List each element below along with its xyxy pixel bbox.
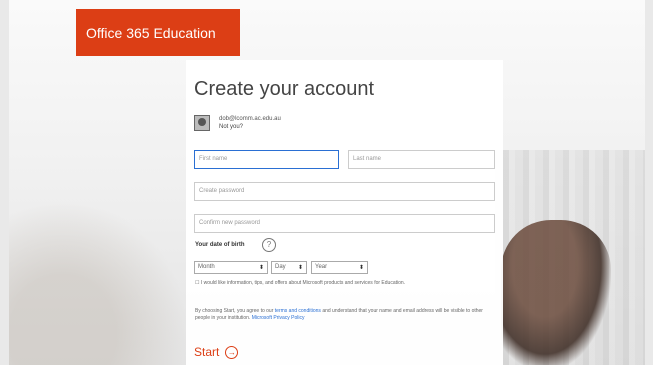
help-icon[interactable]: ? [262, 238, 276, 252]
privacy-link[interactable]: Microsoft Privacy Policy [252, 315, 305, 321]
signup-card: Create your account dob@lcomm.ac.edu.au … [186, 60, 503, 365]
year-select[interactable]: Year ⬍ [311, 261, 368, 274]
background-image-left [9, 200, 189, 365]
checkbox-icon[interactable]: ☐ [195, 280, 199, 286]
user-info: dob@lcomm.ac.edu.au Not you? [194, 115, 281, 131]
marketing-checkbox[interactable]: ☐ I would like information, tips, and of… [195, 280, 485, 287]
password-input[interactable]: Create password [194, 182, 495, 201]
user-email: dob@lcomm.ac.edu.au [219, 116, 281, 122]
chevron-down-icon: ⬍ [297, 265, 303, 271]
not-you-link[interactable]: Not you? [219, 123, 281, 131]
first-name-input[interactable]: First name [194, 150, 339, 169]
terms-link[interactable]: terms and conditions [275, 308, 321, 314]
chevron-down-icon: ⬍ [258, 265, 264, 271]
arrow-right-icon: → [225, 345, 239, 359]
brand-banner: Office 365 Education [76, 9, 240, 56]
last-name-input[interactable]: Last name [348, 150, 495, 169]
start-button[interactable]: Start → [194, 345, 239, 359]
page-frame: Office 365 Education Create your account… [9, 0, 645, 365]
month-select[interactable]: Month ⬍ [194, 261, 268, 274]
avatar-icon [194, 115, 210, 131]
day-select[interactable]: Day ⬍ [271, 261, 307, 274]
start-label: Start [194, 345, 220, 359]
background-person [501, 220, 611, 365]
chevron-down-icon: ⬍ [358, 265, 364, 271]
confirm-password-input[interactable]: Confirm new password [194, 214, 495, 233]
checkbox-label: I would like information, tips, and offe… [200, 280, 406, 286]
brand-label: Office 365 Education [86, 24, 216, 41]
page-title: Create your account [194, 78, 375, 100]
year-select-value: Year [315, 264, 328, 270]
dob-label: Your date of birth [195, 242, 245, 248]
month-select-value: Month [198, 264, 215, 270]
terms-prefix: By choosing Start, you agree to our [195, 308, 274, 314]
terms-text: By choosing Start, you agree to our term… [195, 308, 493, 322]
day-select-value: Day [275, 264, 286, 270]
